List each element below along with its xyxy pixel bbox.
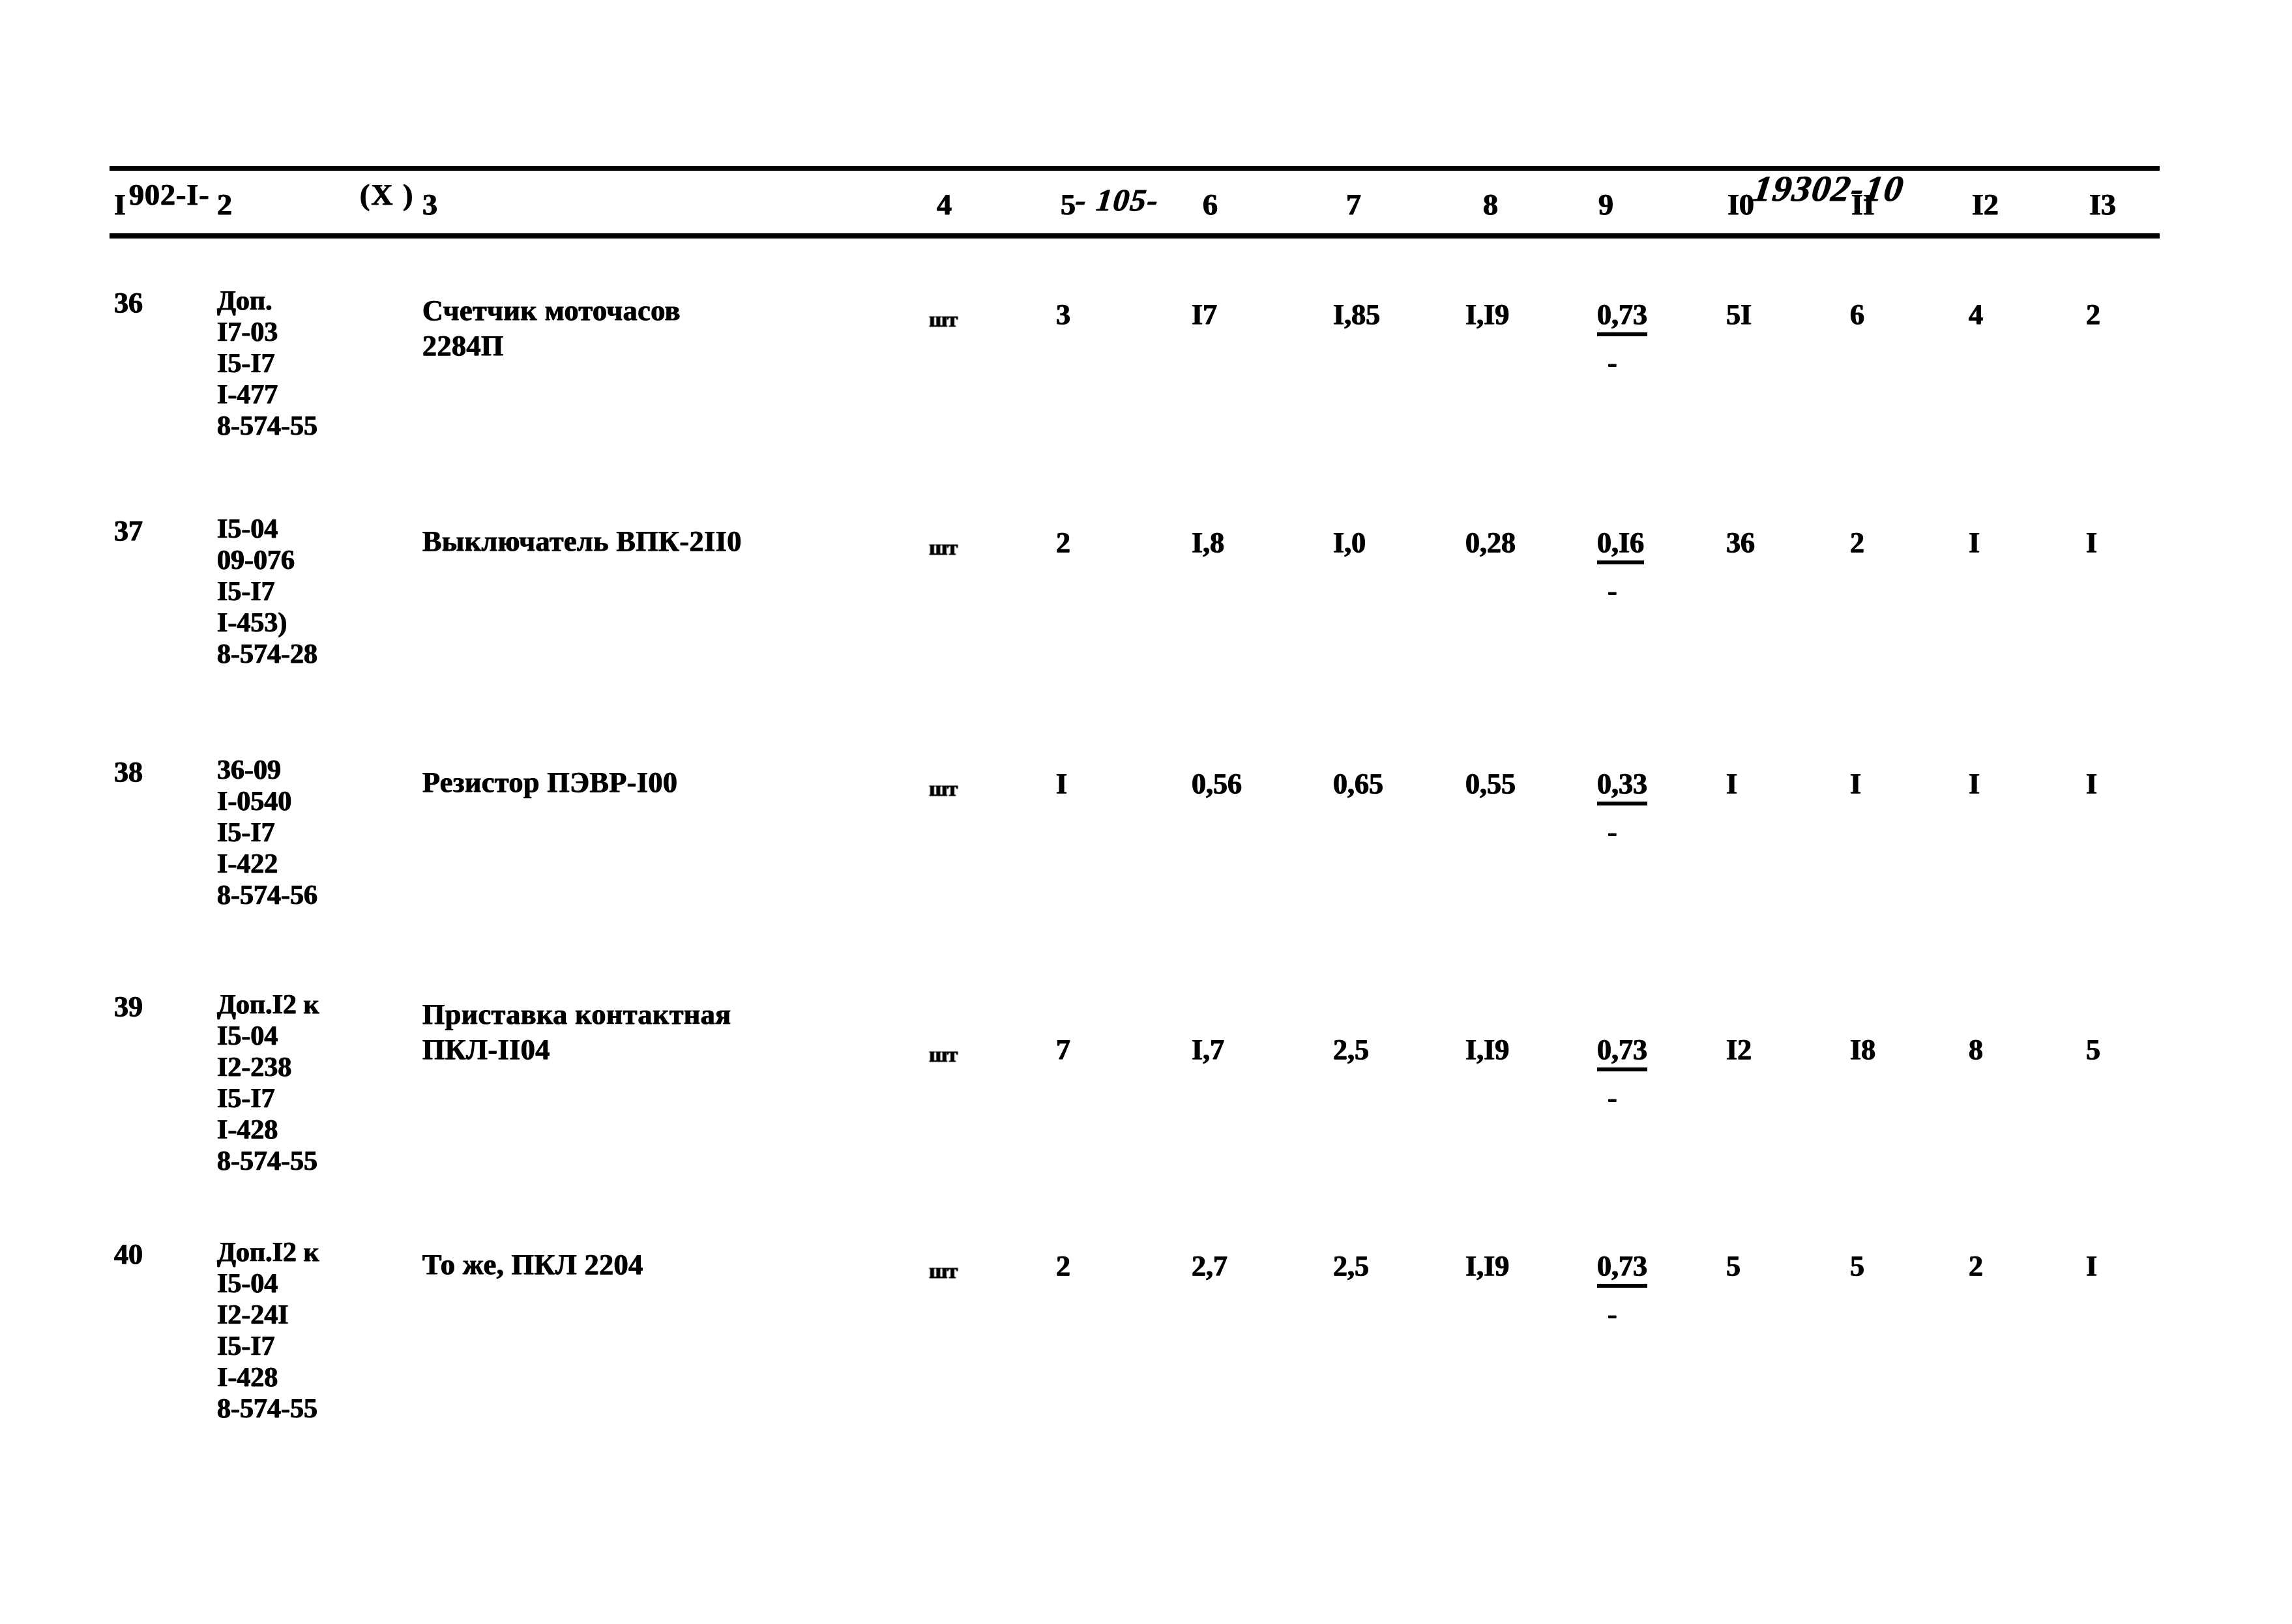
row-col11-value: I	[1850, 768, 1862, 800]
row-col12-value: 8	[1969, 1034, 1983, 1066]
header-left-code: 902-I-	[129, 178, 210, 211]
document-number: 19302-10	[1750, 169, 1907, 209]
row-col10-value: I2	[1726, 1034, 1752, 1066]
row-col10-value: I	[1726, 768, 1738, 800]
row-col12-value: I	[1969, 768, 1980, 800]
row-codes-column: Доп.I2 к I5-04 I2-24I I5-I7 I-428 8-574-…	[217, 1238, 319, 1424]
column-header-5: 5	[1061, 188, 1076, 221]
row-unit-column: шт	[929, 536, 958, 560]
row-col5-value: I	[1056, 768, 1068, 800]
row-name-column: Выключатель ВПК-2II0	[422, 525, 742, 557]
header-paren-code: (X )	[360, 178, 415, 211]
row-col11-value: I8	[1850, 1034, 1876, 1066]
row-col5-value: 7	[1056, 1034, 1070, 1066]
row-col12-value: 2	[1969, 1250, 1983, 1282]
row-col13-value: I	[2086, 527, 2098, 558]
row-col9-denominator: -	[1608, 347, 1617, 379]
row-number-37: 37	[114, 515, 143, 547]
row-col5-value: 2	[1056, 1250, 1070, 1282]
column-header-4: 4	[937, 188, 952, 221]
row-unit-column: шт	[929, 1043, 958, 1067]
row-col9-denominator: -	[1608, 575, 1617, 607]
row-col8-value: 0,55	[1465, 768, 1516, 800]
row-number-38: 38	[114, 756, 143, 788]
column-header-I3: I3	[2089, 188, 2116, 221]
row-col6-value: I7	[1192, 298, 1218, 330]
row-col11-value: 6	[1850, 298, 1864, 330]
row-codes-column: 36-09 I-0540 I5-I7 I-422 8-574-56	[217, 755, 317, 910]
row-col11-value: 2	[1850, 527, 1864, 558]
row-col6-value: 0,56	[1192, 768, 1242, 800]
row-col10-value: 36	[1726, 527, 1755, 558]
row-col13-value: I	[2086, 1250, 2098, 1282]
row-name-column: Счетчик моточасов 2284П	[422, 295, 681, 362]
row-col8-value: I,I9	[1465, 1034, 1510, 1066]
row-col9-fraction: 0,I6 -	[1597, 527, 1645, 607]
row-col9-numerator: 0,33	[1597, 768, 1647, 805]
page-number: - 105-	[1074, 183, 1161, 218]
row-unit-column: шт	[929, 1259, 958, 1283]
row-col9-numerator: 0,73	[1597, 1250, 1647, 1288]
row-col9-numerator: 0,73	[1597, 1034, 1647, 1071]
column-header-I0: I0	[1727, 188, 1754, 221]
row-col7-value: I,0	[1333, 527, 1366, 558]
row-col9-fraction: 0,73 -	[1597, 1250, 1647, 1329]
row-codes-column: Доп.I2 к I5-04 I2-238 I5-I7 I-428 8-574-…	[217, 990, 319, 1176]
column-header-I2: I2	[1972, 188, 1999, 221]
row-col9-denominator: -	[1608, 1082, 1617, 1114]
row-col9-numerator: 0,73	[1597, 298, 1647, 336]
row-col6-value: I,8	[1192, 527, 1225, 558]
row-name-column: Резистор ПЭВР-I00	[422, 766, 678, 798]
column-header-II: II	[1851, 188, 1875, 221]
row-codes-column: I5-04 09-076 I5-I7 I-453) 8-574-28	[217, 514, 317, 669]
row-col12-value: 4	[1969, 298, 1983, 330]
row-col13-value: 5	[2086, 1034, 2100, 1066]
row-col9-numerator: 0,I6	[1597, 527, 1645, 564]
column-header-2: 2	[217, 188, 232, 221]
row-col10-value: 5	[1726, 1250, 1741, 1282]
row-col8-value: I,I9	[1465, 1250, 1510, 1282]
row-col10-value: 5I	[1726, 298, 1752, 330]
column-header-8: 8	[1483, 188, 1498, 221]
row-col9-fraction: 0,73 -	[1597, 298, 1647, 378]
page-header: 902-I- (X ) - 105- 19302-10	[0, 85, 2292, 218]
column-header-divider-rule	[110, 233, 2160, 239]
row-col11-value: 5	[1850, 1250, 1864, 1282]
row-codes-column: Доп. I7-03 I5-I7 I-477 8-574-55	[217, 286, 317, 441]
row-col6-value: 2,7	[1192, 1250, 1227, 1282]
row-col8-value: I,I9	[1465, 298, 1510, 330]
column-header-I: I	[114, 188, 126, 221]
row-col7-value: 2,5	[1333, 1250, 1369, 1282]
column-header-3: 3	[422, 188, 437, 221]
scanned-document-page: 902-I- (X ) - 105- 19302-10 I 2 3 4 5 6 7 8 9 I0 I…	[0, 0, 2292, 1624]
row-col13-value: I	[2086, 768, 2098, 800]
row-col7-value: 0,65	[1333, 768, 1383, 800]
row-col13-value: 2	[2086, 298, 2100, 330]
row-col9-fraction: 0,73 -	[1597, 1034, 1647, 1113]
row-col7-value: I,85	[1333, 298, 1381, 330]
row-col5-value: 2	[1056, 527, 1070, 558]
row-col12-value: I	[1969, 527, 1980, 558]
column-header-7: 7	[1346, 188, 1361, 221]
header-divider-rule	[110, 166, 2160, 171]
row-number-40: 40	[114, 1238, 143, 1270]
row-col8-value: 0,28	[1465, 527, 1516, 558]
row-col9-denominator: -	[1608, 1298, 1617, 1330]
row-col5-value: 3	[1056, 298, 1070, 330]
row-col6-value: I,7	[1192, 1034, 1225, 1066]
row-name-column: Приставка контактная ПКЛ-II04	[422, 998, 731, 1066]
row-number-39: 39	[114, 991, 143, 1022]
row-unit-column: шт	[929, 777, 958, 801]
row-col9-denominator: -	[1608, 816, 1617, 848]
row-col7-value: 2,5	[1333, 1034, 1369, 1066]
row-unit-column: шт	[929, 308, 958, 332]
column-header-9: 9	[1598, 188, 1613, 221]
column-header-6: 6	[1203, 188, 1218, 221]
row-col9-fraction: 0,33 -	[1597, 768, 1647, 847]
row-number-36: 36	[114, 287, 143, 319]
row-name-column: То же, ПКЛ 2204	[422, 1249, 643, 1281]
